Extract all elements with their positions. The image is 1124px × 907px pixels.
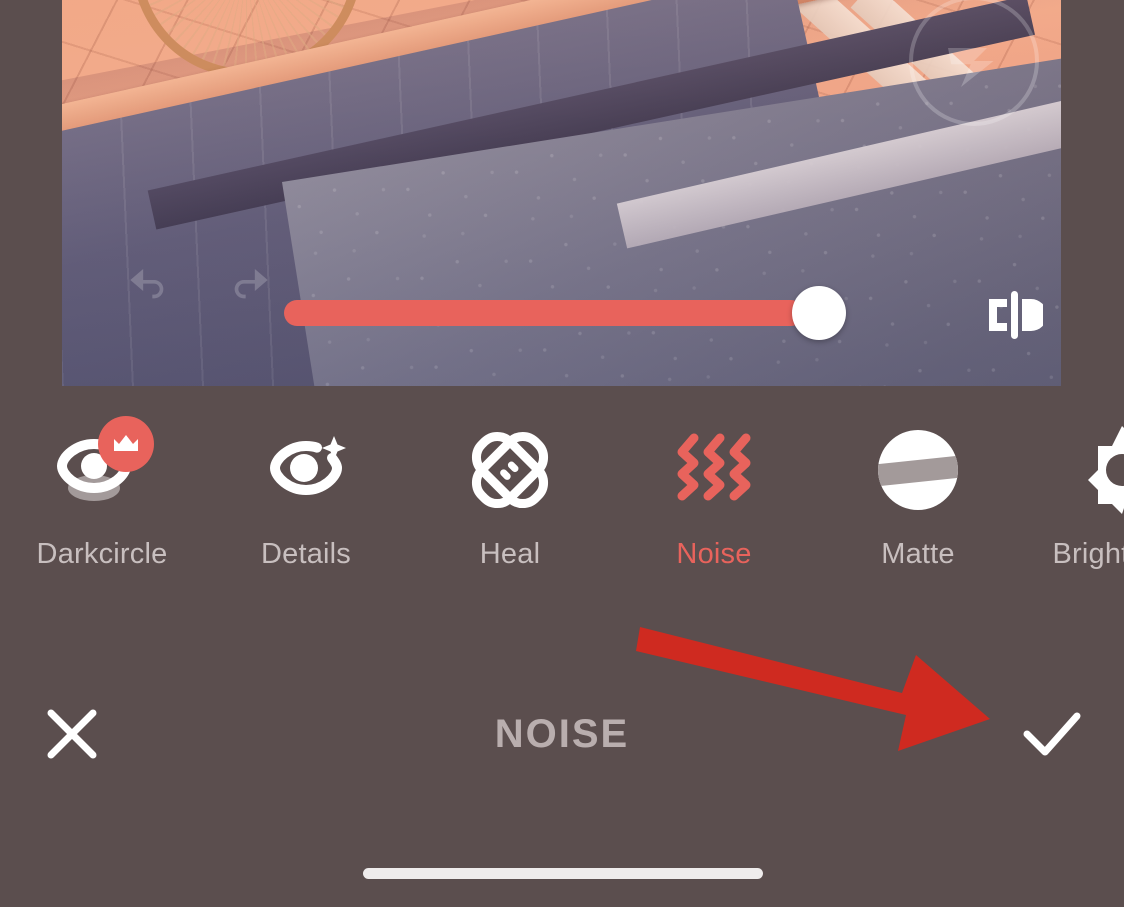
circle-band-icon <box>870 422 966 518</box>
tool-details[interactable]: Details <box>204 422 408 571</box>
tool-label: Darkcircle <box>36 538 168 570</box>
tool-heal[interactable]: Heal <box>408 422 612 571</box>
noise-intensity-slider[interactable] <box>284 300 804 326</box>
action-bar: NOISE <box>0 660 1124 805</box>
tool-label: Noise <box>676 538 752 570</box>
home-indicator-bar <box>363 868 763 879</box>
tool-noise[interactable]: Noise <box>612 422 816 571</box>
tool-brightness[interactable]: Brightness <box>1020 422 1124 571</box>
sun-icon <box>1074 422 1124 518</box>
slider-row <box>62 286 1061 342</box>
wavy-lines-icon <box>666 422 762 518</box>
compare-before-after-icon[interactable] <box>978 291 1050 339</box>
eye-darkcircle-icon <box>54 416 154 518</box>
slider-thumb[interactable] <box>792 286 846 340</box>
tool-label: Matte <box>881 538 955 570</box>
confirm-apply-button[interactable] <box>1020 702 1084 766</box>
bandage-cross-icon <box>462 422 558 518</box>
tool-label: Details <box>260 538 352 570</box>
pro-crown-badge <box>98 416 154 472</box>
lightning-circle-watermark-icon <box>909 0 1039 126</box>
retouch-tools-strip[interactable]: Darkcircle Details Heal Noise Matte Brig… <box>0 386 1124 622</box>
tool-label: Heal <box>479 538 541 570</box>
tool-label: Brightness <box>1052 538 1124 570</box>
checkmark-icon <box>1023 712 1081 756</box>
photo-canvas-area[interactable] <box>0 0 1124 386</box>
crown-icon <box>114 435 138 451</box>
editor-screen: Darkcircle Details Heal Noise Matte Brig… <box>0 0 1124 907</box>
eye-sparkle-icon <box>258 422 354 518</box>
active-tool-title: NOISE <box>494 712 630 756</box>
tool-matte[interactable]: Matte <box>816 422 1020 571</box>
tool-darkcircle[interactable]: Darkcircle <box>0 416 204 571</box>
